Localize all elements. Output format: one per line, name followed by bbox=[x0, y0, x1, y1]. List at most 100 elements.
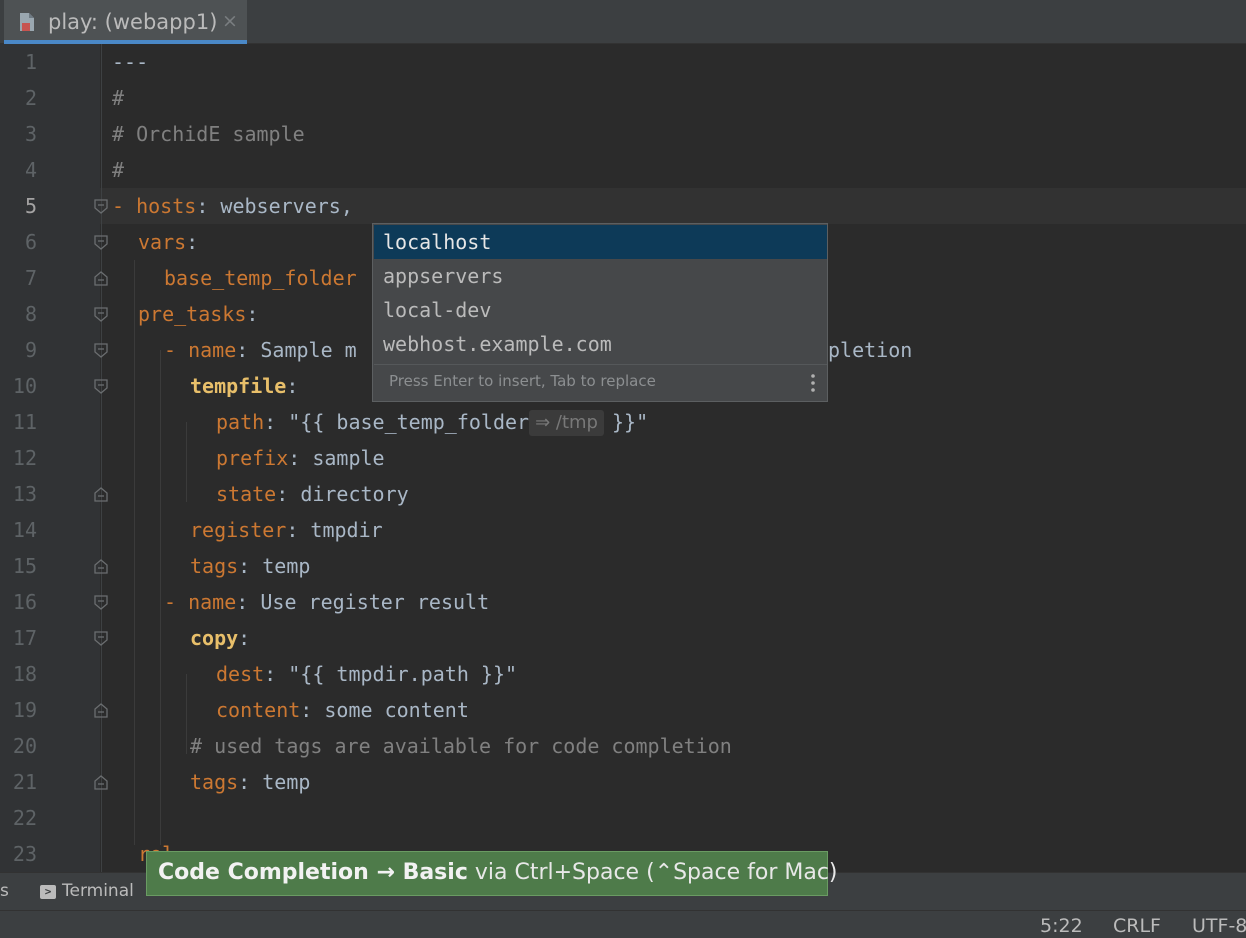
line-number: 17 bbox=[12, 626, 37, 650]
line-number: 23 bbox=[12, 842, 37, 866]
code-text: register: tmpdir bbox=[190, 512, 383, 548]
yaml-key: name bbox=[188, 590, 237, 614]
fold-marker-icon[interactable] bbox=[94, 235, 108, 250]
feature-hint-banner: Code Completion → Basic via Ctrl+Space (… bbox=[146, 851, 838, 896]
code-text: dest: "{{ tmpdir.path }}" bbox=[216, 656, 517, 692]
line-number: 6 bbox=[24, 230, 37, 254]
yaml-colon: : bbox=[286, 518, 311, 542]
code-line: 4 # bbox=[0, 152, 1246, 188]
line-number: 18 bbox=[12, 662, 37, 686]
yaml-colon: : bbox=[238, 554, 263, 578]
code-text: tempfile: bbox=[190, 368, 298, 404]
fold-marker-icon[interactable] bbox=[94, 307, 108, 322]
code-text: - name: Use register result bbox=[164, 584, 489, 620]
code-line: 15 tags: temp bbox=[0, 548, 1246, 584]
line-separator[interactable]: CRLF bbox=[1113, 915, 1161, 937]
code-line: 11 path: "{{ base_temp_folder ⇒ /tmp}}" bbox=[0, 404, 1246, 440]
code-line: 3 # OrchidE sample bbox=[0, 116, 1246, 152]
inlay-value-hint: ⇒ /tmp bbox=[529, 410, 604, 436]
fold-marker-icon[interactable] bbox=[94, 343, 108, 358]
yaml-key: hosts bbox=[136, 194, 197, 218]
code-completion-popup[interactable]: localhost appservers local-dev webhost.e… bbox=[372, 223, 828, 402]
code-text: prefix: sample bbox=[216, 440, 385, 476]
yaml-key: state bbox=[216, 482, 277, 506]
code-comment: # used tags are available for code compl… bbox=[190, 734, 732, 758]
code-text: - name: Sample m bbox=[164, 332, 357, 368]
terminal-icon: > bbox=[40, 885, 56, 899]
code-text: pre_tasks: bbox=[138, 296, 258, 332]
yaml-value: temp bbox=[262, 770, 311, 794]
yaml-colon: : bbox=[196, 194, 221, 218]
code-comment: # bbox=[112, 158, 125, 182]
line-number: 1 bbox=[24, 50, 37, 74]
yaml-colon: : bbox=[236, 590, 261, 614]
tool-window-tab-partial[interactable]: s bbox=[0, 881, 9, 901]
tab-title: play: (webapp1) bbox=[48, 10, 218, 34]
fold-marker-icon[interactable] bbox=[94, 199, 108, 214]
line-number: 7 bbox=[24, 266, 37, 290]
code-text: --- bbox=[112, 50, 149, 74]
completion-hint-text: Press Enter to insert, Tab to replace bbox=[389, 372, 656, 390]
line-number: 19 bbox=[12, 698, 37, 722]
yaml-value: "{{ tmpdir.path }}" bbox=[288, 662, 518, 686]
yaml-key: dest bbox=[216, 662, 265, 686]
code-line: 22 bbox=[0, 800, 1246, 836]
fold-end-marker-icon[interactable] bbox=[94, 703, 108, 718]
tab-play-webapp1[interactable]: play: (webapp1) × bbox=[4, 0, 247, 44]
code-line: 14 register: tmpdir bbox=[0, 512, 1246, 548]
close-tab-icon[interactable]: × bbox=[222, 10, 238, 32]
yaml-colon: : bbox=[288, 446, 313, 470]
fold-marker-icon[interactable] bbox=[94, 379, 108, 394]
yaml-module-key: tempfile bbox=[190, 374, 287, 398]
fold-end-marker-icon[interactable] bbox=[94, 271, 108, 286]
code-text: - hosts: webservers, bbox=[112, 188, 353, 224]
code-line: 20 # used tags are available for code co… bbox=[0, 728, 1246, 764]
fold-marker-icon[interactable] bbox=[94, 631, 108, 646]
yaml-value: some content bbox=[324, 698, 469, 722]
code-text: state: directory bbox=[216, 476, 409, 512]
yaml-colon: : bbox=[264, 662, 289, 686]
list-dash: - bbox=[164, 590, 189, 614]
fold-end-marker-icon[interactable] bbox=[94, 487, 108, 502]
code-text-tail: pletion bbox=[828, 338, 913, 362]
yaml-value: Sample m bbox=[260, 338, 357, 362]
fold-end-marker-icon[interactable] bbox=[94, 559, 108, 574]
yaml-key: pre_tasks bbox=[138, 302, 247, 326]
line-number: 21 bbox=[12, 770, 37, 794]
completion-item-localhost[interactable]: localhost bbox=[374, 225, 827, 259]
yaml-colon: : bbox=[286, 374, 299, 398]
yaml-colon: : bbox=[246, 302, 259, 326]
yaml-value: tmpdir bbox=[310, 518, 383, 542]
code-line: 2 # bbox=[0, 80, 1246, 116]
template-close: }}" bbox=[611, 410, 649, 434]
code-text: path: "{{ base_temp_folder ⇒ /tmp}}" bbox=[216, 404, 648, 440]
caret-position[interactable]: 5:22 bbox=[1040, 915, 1083, 937]
yaml-file-icon bbox=[20, 13, 34, 31]
completion-item-appservers[interactable]: appservers bbox=[374, 259, 827, 293]
completion-item-local-dev[interactable]: local-dev bbox=[374, 293, 827, 327]
list-dash: - bbox=[164, 338, 189, 362]
vertical-ellipsis-icon[interactable] bbox=[811, 374, 815, 392]
status-bar: 5:22 CRLF UTF-8 bbox=[0, 910, 1246, 938]
code-line: 13 state: directory bbox=[0, 476, 1246, 512]
tool-window-terminal[interactable]: > Terminal bbox=[40, 881, 134, 901]
code-text: copy: bbox=[190, 620, 250, 656]
line-number: 5 bbox=[24, 194, 37, 218]
code-text: base_temp_folder bbox=[164, 260, 357, 296]
completion-item-webhost[interactable]: webhost.example.com bbox=[374, 327, 827, 361]
line-number: 22 bbox=[12, 806, 37, 830]
file-encoding[interactable]: UTF-8 bbox=[1192, 915, 1246, 937]
fold-end-marker-icon[interactable] bbox=[94, 775, 108, 790]
fold-marker-icon[interactable] bbox=[94, 595, 108, 610]
line-number: 15 bbox=[12, 554, 37, 578]
yaml-value: Use register result bbox=[260, 590, 490, 614]
code-text: content: some content bbox=[216, 692, 469, 728]
line-number: 10 bbox=[12, 374, 37, 398]
code-editor[interactable]: 1 --- 2 # 3 # OrchidE sample 4 # 5 - hos… bbox=[0, 44, 1246, 872]
code-text: tags: temp bbox=[190, 764, 310, 800]
line-number: 9 bbox=[24, 338, 37, 362]
yaml-key: content bbox=[216, 698, 301, 722]
yaml-key: vars bbox=[138, 230, 187, 254]
code-line: 1 --- bbox=[0, 44, 1246, 80]
code-text: vars: bbox=[138, 224, 198, 260]
